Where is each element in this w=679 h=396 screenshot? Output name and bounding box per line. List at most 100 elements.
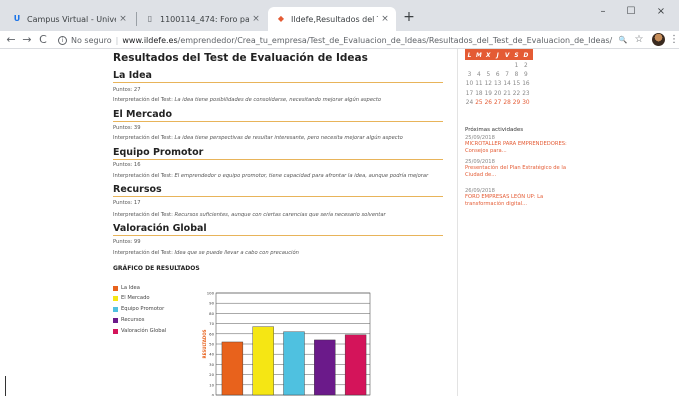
profile-avatar[interactable] [652,33,665,46]
menu-dots-icon[interactable]: ⋮ [667,32,679,48]
legend-swatch [113,295,118,301]
tab-label: Ildefe,Resultados del Test de Eva [291,14,378,24]
calendar-day[interactable]: 30 [521,100,530,106]
legend-swatch [113,285,118,291]
url-host: www.ildefe.es [122,35,178,45]
y-axis-label: RESULTADOS [202,329,207,358]
interp-text: La idea tiene perspectivas de resultar i… [174,135,403,141]
interp-text: Recursos suficientes, aunque con ciertas… [174,212,386,218]
legend-swatch [113,306,118,312]
info-icon[interactable]: i [58,35,67,45]
calendar-day[interactable]: 27 [493,100,502,106]
legend-label: Equipo Promotor [121,306,165,312]
calendar-day[interactable]: 20 [493,91,502,97]
calendar-day[interactable]: 12 [484,81,493,87]
legend-label: El Mercado [121,295,150,301]
calendar-day-header: V [504,53,510,59]
calendar-day-header: M [476,53,482,59]
calendar-day[interactable]: 14 [503,81,512,87]
calendar-day[interactable]: 25 [474,100,483,106]
y-tick-label: 90 [209,301,214,306]
calendar-day[interactable]: 3 [465,72,474,78]
close-window-button[interactable]: × [650,4,672,20]
calendar-day-header: S [514,53,519,59]
calendar-day[interactable]: 29 [512,100,521,106]
bookmark-star-icon[interactable]: ☆ [632,32,646,48]
tab-campus-virtual[interactable]: U Campus Virtual - Universidad Na × [4,7,134,31]
back-button[interactable]: ← [4,32,18,48]
y-tick-label: 80 [209,311,214,316]
calendar-day[interactable]: 26 [484,100,493,106]
tab-close-icon[interactable]: × [116,14,130,24]
section-points: Puntos: 27 [113,87,141,93]
calendar-day[interactable]: 8 [512,72,521,78]
interp-prefix: Interpretación del Test: [113,212,173,218]
calendar-day[interactable]: 13 [493,81,502,87]
tab-ildefe-resultados[interactable]: ◆ Ildefe,Resultados del Test de Eva × [268,7,396,31]
y-tick-label: 10 [209,382,214,387]
calendar-day[interactable]: 9 [521,72,530,78]
calendar-day[interactable]: 23 [521,91,530,97]
calendar-day[interactable]: 18 [474,91,483,97]
section-points: Puntos: 17 [113,200,141,206]
calendar-day[interactable]: 15 [512,81,521,87]
legend-label: Valoración Global [121,328,167,334]
calendar-day[interactable]: 16 [521,81,530,87]
minimize-button[interactable]: – [592,4,614,20]
legend-item: Valoración Global [113,328,166,334]
y-tick-label: 100 [207,291,215,296]
section-points: Puntos: 39 [113,125,141,131]
calendar-day[interactable]: 1 [512,63,521,69]
new-tab-button[interactable]: + [401,9,417,25]
section-rule [113,235,443,236]
calendar-day[interactable]: 7 [503,72,512,78]
bar-2 [283,331,305,396]
section-interpretation: Interpretación del Test: Recursos sufici… [113,212,386,218]
legend-swatch [113,317,118,323]
event-link[interactable]: FORO EMPRESAS LEÓN UP: La transformación… [465,194,575,208]
reload-button[interactable]: C [36,32,50,48]
y-tick-label: 50 [209,342,214,347]
calendar-day[interactable]: 6 [493,72,502,78]
tab-close-icon[interactable]: × [249,14,263,24]
page-edge-marker [5,376,6,396]
calendar-day[interactable]: 28 [503,100,512,106]
page-favicon-icon: ▯ [147,14,153,23]
calendar-day[interactable]: 2 [521,63,530,69]
calendar-day-header: J [496,53,499,59]
calendar-day[interactable]: 24 [465,100,474,106]
calendar-day[interactable]: 22 [512,91,521,97]
forward-button[interactable]: → [20,32,34,48]
tab-foro-paso-2[interactable]: ▯ 1100114_474: Foro paso 2 Defini × [137,7,267,31]
browser-toolbar: ← → C i No seguro | www.ildefe.es /empre… [0,31,679,49]
calendar-day[interactable]: 17 [465,91,474,97]
section-rule [113,159,443,160]
section-interpretation: Interpretación del Test: El emprendedor … [113,173,428,179]
event-link[interactable]: Presentación del Plan Estratégico de la … [465,165,575,179]
interp-prefix: Interpretación del Test: [113,250,173,256]
unad-favicon-icon: U [13,14,21,23]
calendar-day-header: D [523,53,529,59]
calendar-day[interactable]: 10 [465,81,474,87]
y-tick-label: 20 [209,372,214,377]
calendar-day[interactable]: 11 [474,81,483,87]
legend-item: Equipo Promotor [113,306,164,312]
maximize-button[interactable]: ☐ [620,4,642,20]
section-heading-recursos: Recursos [113,184,162,195]
results-bar-chart: 0 10 20 30 40 50 60 70 80 90 100 RESULTADOS [202,291,371,396]
section-interpretation: Interpretación del Test: La idea tiene p… [113,135,403,141]
zoom-icon[interactable]: 🔍 [616,32,630,48]
legend-item: El Mercado [113,295,150,301]
graph-title: GRÁFICO DE RESULTADOS [113,265,200,272]
bar-3 [314,339,336,396]
calendar-day[interactable]: 21 [503,91,512,97]
address-bar[interactable]: i No seguro | www.ildefe.es /emprendedor… [54,32,636,48]
calendar-day[interactable]: 5 [484,72,493,78]
tab-close-icon[interactable]: × [378,14,392,24]
url-path: /emprendedor/Crea_tu_empresa/Test_de_Eva… [177,35,613,45]
calendar-day[interactable]: 4 [474,72,483,78]
calendar-day[interactable]: 19 [484,91,493,97]
section-rule [113,82,443,83]
tab-label: Campus Virtual - Universidad Na [27,14,116,24]
event-link[interactable]: MICROTALLER PARA EMPRENDEDORES: Consejos… [465,141,575,155]
